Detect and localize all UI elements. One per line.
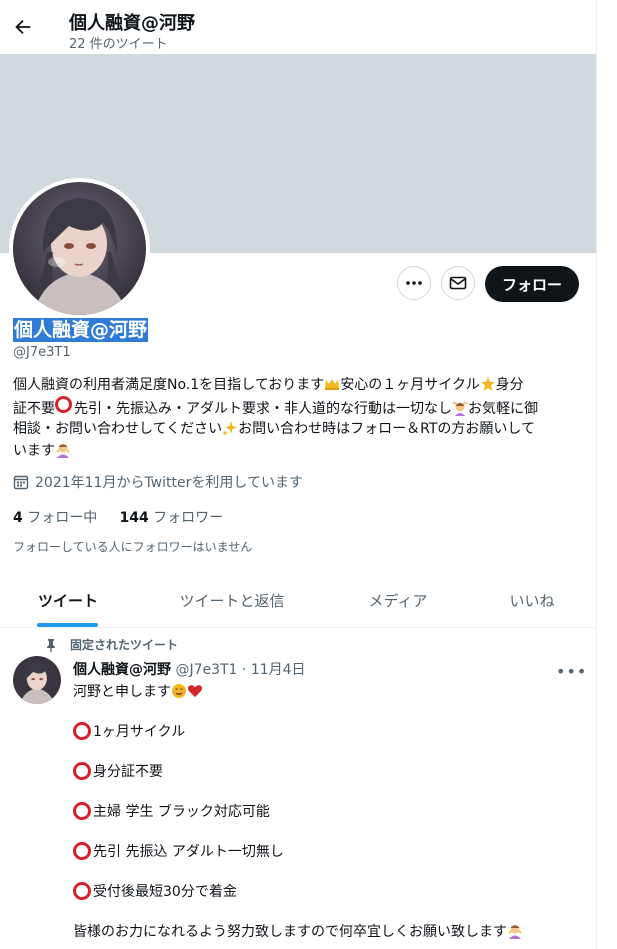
profile-header: 個人融資@河野 22 件のツイート xyxy=(0,0,596,54)
red-circle-emoji-icon xyxy=(73,882,91,900)
tweet-count: 22 件のツイート xyxy=(69,37,168,52)
red-circle-emoji-icon xyxy=(73,762,91,780)
bio-text: 個人融資の利用者満足度No.1を目指しております xyxy=(13,377,325,393)
header-title: 個人融資@河野 xyxy=(69,13,195,34)
follow-stats: 4 フォロー中 144 フォロワー xyxy=(13,507,223,527)
tweet-author-name[interactable]: 個人融資@河野 xyxy=(73,662,171,678)
pin-icon xyxy=(47,638,55,652)
profile-tabs: ツイート ツイートと返信 メディア いいね xyxy=(0,573,596,628)
crown-emoji-icon xyxy=(325,379,340,390)
smiling-face-emoji-icon xyxy=(172,684,186,698)
profile-avatar[interactable] xyxy=(9,178,150,319)
sparkles-emoji-icon xyxy=(222,421,238,436)
followers-count: 144 xyxy=(119,510,149,526)
active-tab-indicator xyxy=(37,623,98,627)
joined-date: 2021年11月からTwitterを利用しています xyxy=(13,472,303,492)
more-dots-icon xyxy=(406,281,422,285)
tweet-item: 先引 先振込 アダルト一切無し xyxy=(73,841,284,861)
profile-name: 個人融資@河野 xyxy=(13,318,149,342)
follow-button[interactable]: フォロー xyxy=(485,266,579,302)
profile-handle: @J7e3T1 xyxy=(13,345,71,360)
tweet-item-text: 主婦 学生 ブラック対応可能 xyxy=(93,804,270,820)
tweet-more-icon[interactable]: ••• xyxy=(556,662,587,681)
bio-text: 身分 xyxy=(495,377,524,393)
envelope-icon xyxy=(449,276,467,290)
tweet-intro: 河野と申します xyxy=(73,684,171,700)
followers-link[interactable]: 144 フォロワー xyxy=(119,510,223,526)
tweet-item-text: 1ヶ月サイクル xyxy=(93,724,186,740)
red-circle-emoji-icon xyxy=(73,802,91,820)
following-count: 4 xyxy=(13,510,23,526)
red-circle-emoji-icon xyxy=(73,722,91,740)
tweet-closing: 皆様のお力になれるよう努力致しますので何卒宜しくお願い致します xyxy=(73,924,507,940)
tweet-meta[interactable]: @J7e3T1 · 11月4日 xyxy=(175,662,305,678)
avatar-image xyxy=(13,182,146,315)
tab-tweets-replies[interactable]: ツイートと返信 xyxy=(136,573,328,627)
followed-by-note: フォローしている人にフォロワーはいません xyxy=(13,540,253,554)
tab-tweets[interactable]: ツイート xyxy=(0,573,136,627)
more-options-button[interactable] xyxy=(397,266,431,300)
bio-text: お問い合わせ時はフォロー＆RTの方お願いして xyxy=(238,421,536,437)
star-emoji-icon xyxy=(480,377,495,391)
tweet-avatar[interactable] xyxy=(13,656,61,704)
following-label: フォロー中 xyxy=(27,510,98,526)
red-circle-emoji-icon xyxy=(55,396,72,413)
person-bowing-emoji-icon xyxy=(56,443,70,458)
bio-text: 証不要 xyxy=(13,401,55,417)
calendar-icon xyxy=(13,475,29,490)
tweet-item: 1ヶ月サイクル xyxy=(73,721,185,741)
person-bowing-emoji-icon xyxy=(508,924,522,939)
bio-text: 安心の１ヶ月サイクル xyxy=(340,377,480,393)
message-button[interactable] xyxy=(441,266,475,300)
joined-text: 2021年11月からTwitterを利用しています xyxy=(35,475,303,491)
tab-likes[interactable]: いいね xyxy=(468,573,596,627)
tweet-item-text: 身分証不要 xyxy=(93,764,163,780)
woman-gesturing-ok-emoji-icon xyxy=(452,401,468,416)
tweet-header: 個人融資@河野 @J7e3T1 · 11月4日 xyxy=(73,659,306,679)
red-circle-emoji-icon xyxy=(73,842,91,860)
followers-label: フォロワー xyxy=(153,510,224,526)
profile-page: 個人融資@河野 22 件のツイート フォロー 個人融資@河野 @J7e3T1 個… xyxy=(0,0,597,949)
pinned-label: 固定されたツイート xyxy=(44,636,178,653)
profile-bio: 個人融資の利用者満足度No.1を目指しております 安心の１ヶ月サイクル 身分 証不要… xyxy=(13,374,585,462)
avatar-image xyxy=(13,656,61,704)
bio-text: 相談・お問い合わせしてください xyxy=(13,421,223,437)
following-link[interactable]: 4 フォロー中 xyxy=(13,510,97,526)
tab-media[interactable]: メディア xyxy=(328,573,468,627)
tweet-item: 身分証不要 xyxy=(73,761,163,781)
red-heart-emoji-icon xyxy=(187,685,203,697)
tweet-item: 受付後最短30分で着金 xyxy=(73,881,237,901)
bio-text: います xyxy=(13,443,55,459)
tweet-intro-line: 河野と申します xyxy=(73,681,203,701)
tweet-item-text: 受付後最短30分で着金 xyxy=(93,884,237,900)
tweet-closing-line: 皆様のお力になれるよう努力致しますので何卒宜しくお願い致します xyxy=(73,921,523,941)
bio-text: お気軽に御 xyxy=(468,401,538,417)
tweet-item-text: 先引 先振込 アダルト一切無し xyxy=(93,844,284,860)
pinned-text: 固定されたツイート xyxy=(70,638,179,652)
back-arrow-icon[interactable] xyxy=(12,16,34,38)
tweet-item: 主婦 学生 ブラック対応可能 xyxy=(73,801,270,821)
bio-text: 先引・先振込み・アダルト要求・非人道的な行動は一切なし xyxy=(74,401,452,417)
